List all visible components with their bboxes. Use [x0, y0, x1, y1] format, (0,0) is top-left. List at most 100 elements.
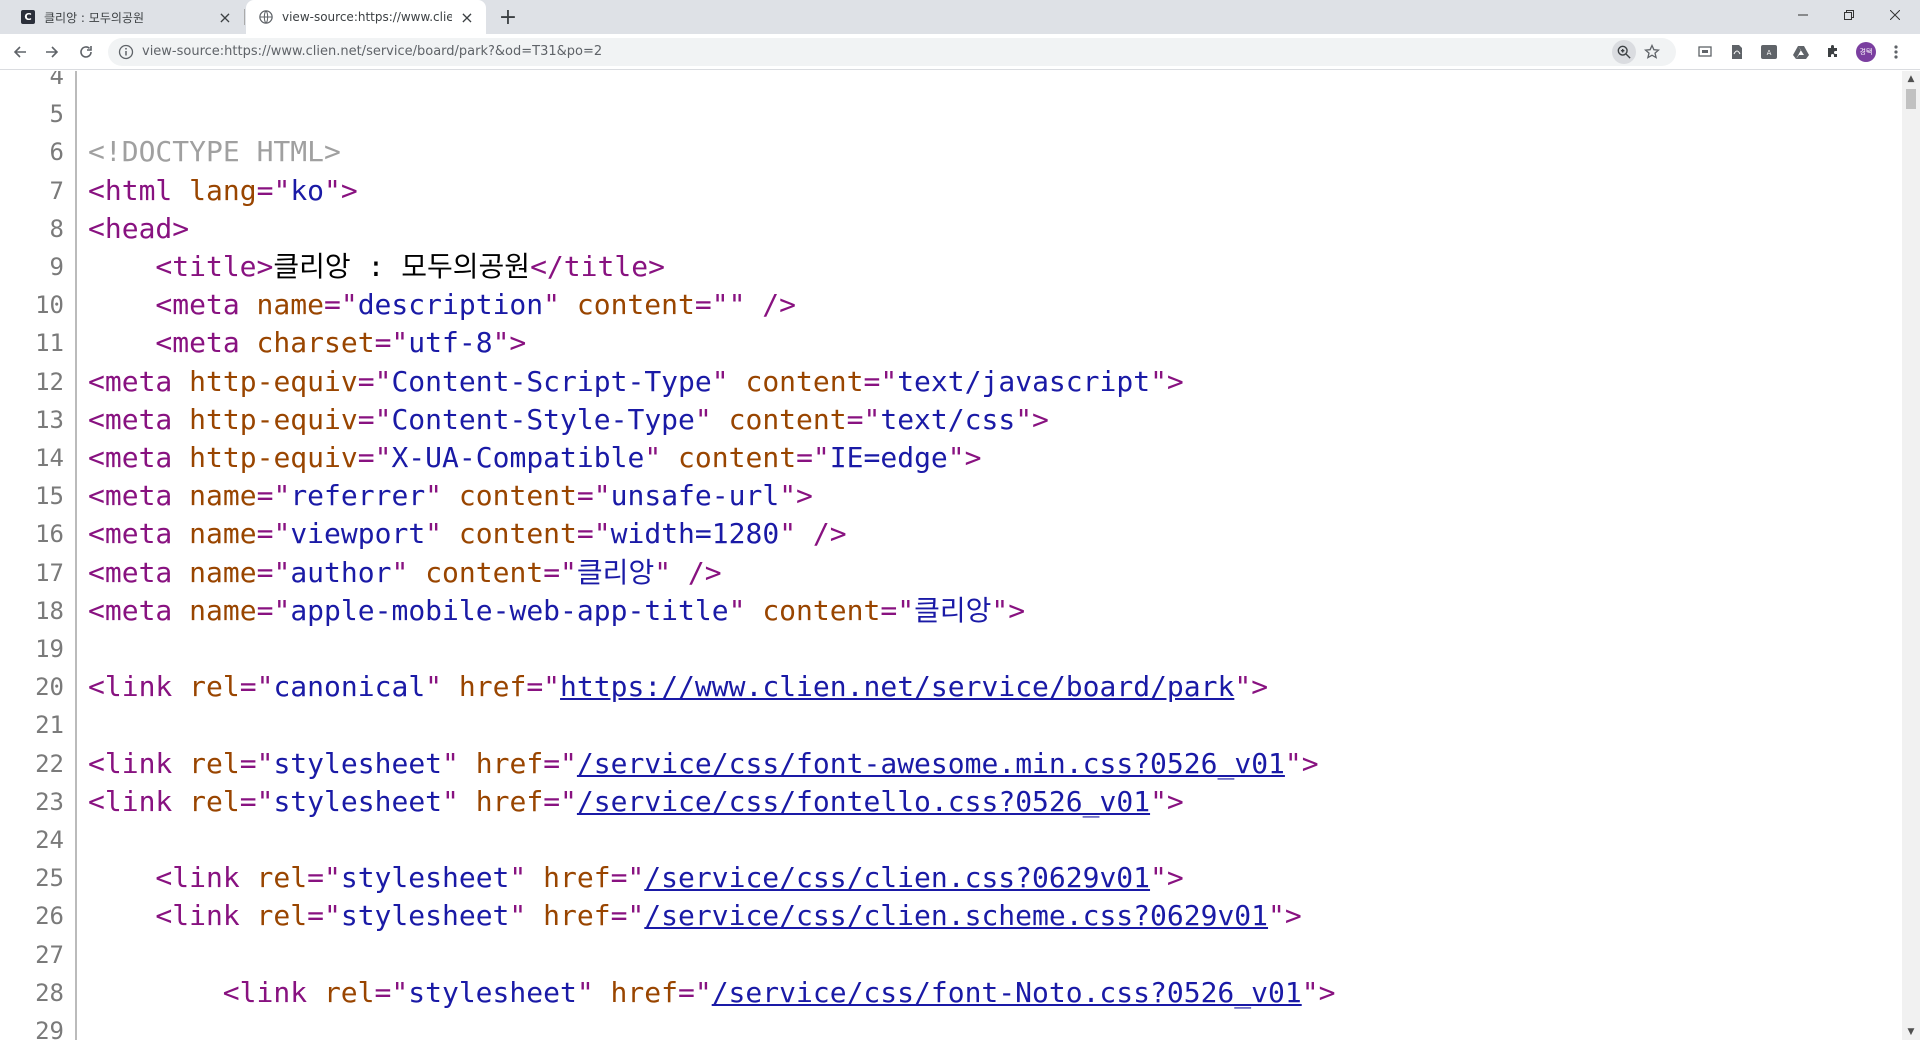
- forward-arrow-icon[interactable]: [38, 38, 66, 66]
- source-token: rel: [189, 670, 240, 704]
- close-tab-icon[interactable]: ×: [458, 8, 476, 27]
- source-line: 12 <meta http-equiv="Content-Script-Type"…: [0, 363, 1900, 401]
- source-token: lang: [189, 173, 257, 207]
- source-code: <head>: [88, 210, 189, 248]
- source-token: href: [475, 746, 544, 780]
- star-icon[interactable]: [1640, 40, 1664, 64]
- new-tab-button[interactable]: +: [496, 5, 520, 30]
- url-text[interactable]: view-source:https://www.clien.net/servic…: [142, 38, 602, 66]
- source-line: 14 <meta http-equiv="X-UA-Compatible" con…: [0, 439, 1900, 477]
- source-token: Content-Style-Type: [391, 402, 695, 436]
- line-number: 5: [49, 100, 64, 129]
- close-window-button[interactable]: [1872, 0, 1918, 30]
- source-token: ": [425, 479, 459, 513]
- source-token: =": [374, 975, 409, 1009]
- source-token: stylesheet: [340, 861, 510, 895]
- source-token: =": [307, 861, 341, 895]
- source-code: <!DOCTYPE HTML>: [88, 133, 341, 171]
- scroll-down-arrow-icon[interactable]: ▼: [1902, 1024, 1920, 1040]
- source-token: <meta: [88, 364, 190, 398]
- source-token: ">: [1284, 746, 1319, 780]
- scroll-up-arrow-icon[interactable]: ▲: [1902, 71, 1920, 87]
- source-token: ">: [947, 441, 982, 474]
- source-token: <meta: [88, 441, 190, 474]
- source-token: viewport: [290, 517, 426, 551]
- source-token: href: [458, 670, 527, 704]
- source-link[interactable]: /service/css/font-Noto.css?0526_v01: [712, 976, 1302, 1009]
- source-token: =": [543, 555, 577, 589]
- profile-avatar[interactable]: 경택: [1856, 42, 1876, 62]
- tab-clien[interactable]: C 클리앙 : 모두의공원 ×: [8, 0, 244, 34]
- source-code: <link rel="canonical" href="https://www.…: [88, 668, 1268, 706]
- source-token: <meta: [155, 326, 257, 360]
- source-token: <!DOCTYPE HTML>: [88, 135, 341, 169]
- source-token: =": [256, 479, 291, 513]
- puzzle-icon[interactable]: [1824, 43, 1842, 61]
- source-line: 13 <meta http-equiv="Content-Style-Type" …: [0, 401, 1900, 439]
- scrollbar-thumb[interactable]: [1906, 89, 1916, 109]
- source-line: 18 <meta name="apple-mobile-web-app-title…: [0, 592, 1900, 630]
- source-link[interactable]: /service/css/clien.scheme.css?0629v01: [644, 899, 1268, 932]
- close-tab-icon[interactable]: ×: [216, 8, 234, 27]
- source-token: =": [863, 364, 898, 398]
- source-token: <meta: [88, 402, 190, 436]
- source-link[interactable]: /service/css/font-awesome.min.css?0526_v…: [577, 747, 1285, 780]
- source-code: <meta http-equiv="Content-Style-Type" co…: [88, 401, 1049, 439]
- source-token: =": [543, 784, 577, 818]
- tab-view-source[interactable]: view-source:https://www.clien.net ×: [246, 0, 486, 34]
- source-token: content: [745, 364, 864, 398]
- source-token: <meta: [88, 555, 190, 589]
- source-token: <html: [88, 173, 190, 207]
- source-code: <link rel="stylesheet" href="/service/cs…: [223, 974, 1336, 1012]
- source-token: =": [796, 441, 830, 474]
- source-token: ">: [1150, 364, 1184, 398]
- line-number: 25: [35, 864, 64, 893]
- toolbar: view-source:https://www.clien.net/servic…: [0, 34, 1920, 70]
- source-code: <html lang="ko">: [88, 172, 358, 210]
- clien-favicon-icon: C: [20, 9, 36, 25]
- source-line: 21: [0, 706, 1900, 744]
- source-code: <meta http-equiv="Content-Script-Type" c…: [88, 363, 1184, 401]
- source-token: =": [880, 593, 915, 627]
- vertical-scrollbar[interactable]: ▲ ▼: [1902, 71, 1920, 1040]
- source-token: </title>: [530, 250, 665, 283]
- line-number: 8: [49, 214, 64, 243]
- source-line: 19: [0, 630, 1900, 668]
- minimize-button[interactable]: [1780, 0, 1826, 30]
- source-link[interactable]: /service/css/fontello.css?0526_v01: [577, 785, 1150, 818]
- source-link[interactable]: /service/css/clien.css?0629v01: [644, 861, 1150, 894]
- source-token: content: [678, 441, 797, 474]
- source-token: ">: [492, 326, 527, 360]
- source-line: 5: [0, 95, 1900, 133]
- restore-button[interactable]: [1826, 0, 1872, 30]
- tab-title: 클리앙 : 모두의공원: [44, 10, 144, 25]
- source-line: 26 <link rel="stylesheet" href="/service/…: [0, 897, 1900, 935]
- line-number: 16: [35, 520, 64, 549]
- source-line: 25 <link rel="stylesheet" href="/service/…: [0, 859, 1900, 897]
- source-token: href: [543, 899, 611, 933]
- source-code: <meta name="referrer" content="unsafe-ur…: [88, 477, 813, 515]
- source-token: =": [677, 975, 712, 1009]
- back-arrow-icon[interactable]: [6, 38, 34, 66]
- source-token: content: [728, 402, 847, 436]
- source-token: href: [543, 861, 611, 895]
- info-icon[interactable]: [118, 44, 134, 60]
- source-line: 15 <meta name="referrer" content="unsafe-…: [0, 477, 1900, 515]
- pdf-icon[interactable]: [1728, 43, 1746, 61]
- source-line: 20 <link rel="canonical" href="https://ww…: [0, 668, 1900, 706]
- line-number: 7: [49, 176, 64, 205]
- translate-icon[interactable]: A: [1760, 43, 1778, 61]
- source-code: <link rel="stylesheet" href="/service/cs…: [155, 859, 1183, 897]
- cast-icon[interactable]: [1696, 43, 1714, 61]
- source-token: X-UA-Compatible: [391, 441, 645, 474]
- source-line: 10 <meta name="description" content="" />: [0, 286, 1900, 324]
- zoom-icon[interactable]: [1612, 40, 1636, 64]
- source-token: <link: [88, 746, 190, 780]
- drive-icon[interactable]: [1792, 43, 1810, 61]
- source-token: ": [391, 555, 426, 589]
- source-link[interactable]: https://www.clien.net/service/board/park: [560, 670, 1234, 703]
- reload-icon[interactable]: [72, 38, 100, 66]
- source-code: <meta charset="utf-8">: [155, 324, 526, 362]
- more-menu-icon[interactable]: [1886, 40, 1906, 64]
- address-bar[interactable]: view-source:https://www.clien.net/servic…: [108, 38, 1676, 66]
